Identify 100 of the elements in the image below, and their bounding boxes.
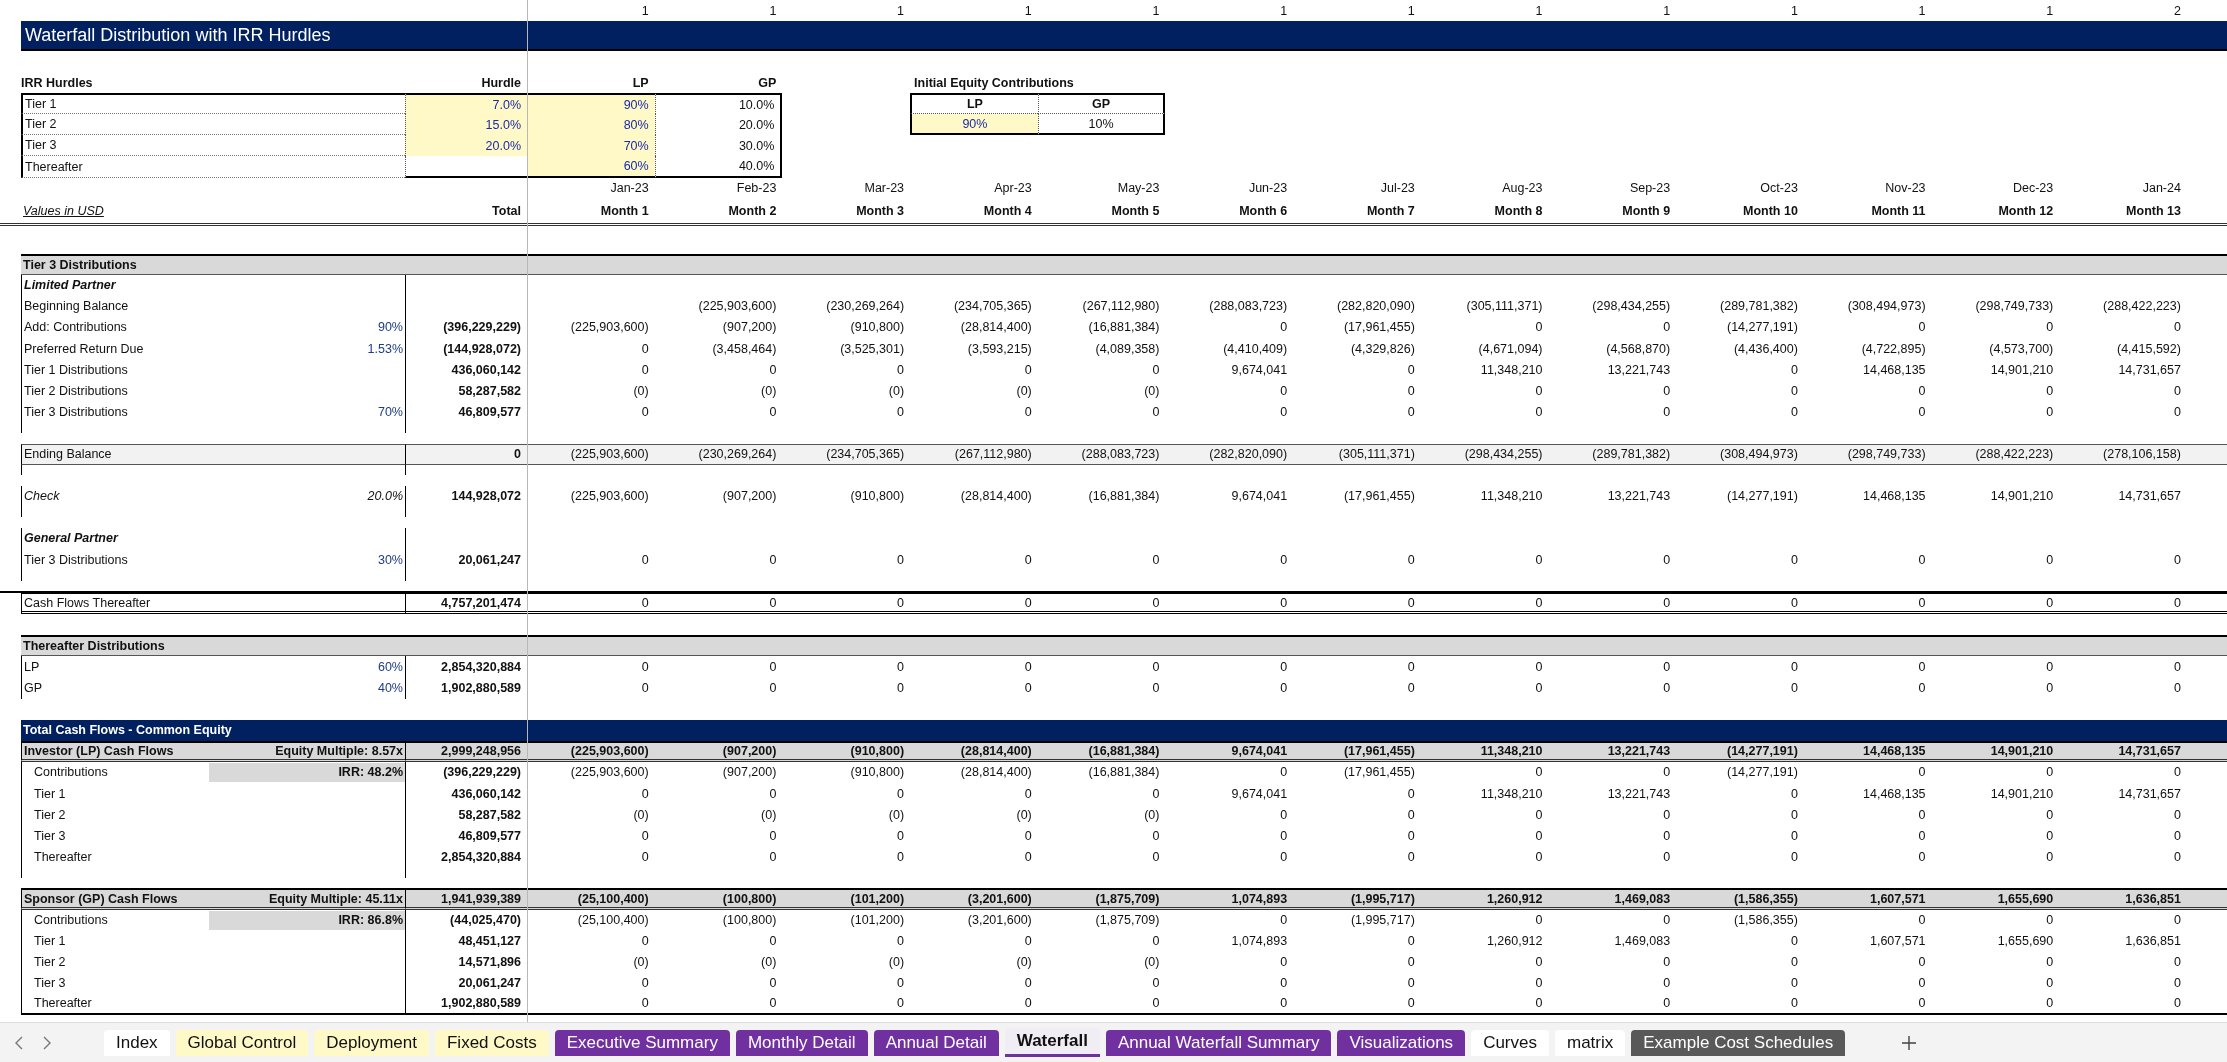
table-cell-text: 0	[1279, 806, 1289, 824]
table-cell-text: (17,961,455)	[1342, 488, 1416, 506]
equity-multiple: Equity Multiple: 45.11x	[268, 891, 403, 906]
row-label: Tier 3 Distributions	[24, 552, 128, 567]
rate-value: 20.0%	[367, 489, 403, 504]
table-cell-text: 0	[768, 551, 778, 569]
table-cell-text: 14,901,210	[1989, 488, 2055, 506]
table-cell-text: 0	[768, 785, 778, 803]
table-cell-text: (289,781,382)	[1719, 298, 1799, 316]
input-cell[interactable]: 7.0%	[405, 93, 527, 115]
table-cell-text: 9,674,041	[1230, 785, 1289, 803]
section-banner: Total Cash Flows - Common Equity	[21, 719, 2227, 741]
table-cell-text: 0	[1662, 382, 1672, 400]
sheet-tab[interactable]: Waterfall	[1004, 1028, 1100, 1057]
table-cell-text: (4,573,700)	[1988, 340, 2055, 358]
table-cell-text: (3,201,600)	[966, 912, 1033, 930]
sheet-tab[interactable]: Annual Waterfall Summary	[1105, 1029, 1332, 1056]
table-cell-text: (17,961,455)	[1342, 319, 1416, 337]
row-label: Check	[24, 489, 60, 504]
table-cell: 10%	[1037, 114, 1166, 136]
table-cell-text: (4,671,094)	[1477, 340, 1544, 358]
table-cell-text: 1,655,690	[1996, 933, 2055, 951]
table-cell-text: 0	[1023, 827, 1033, 845]
section-header: Thereafter Distributions	[21, 635, 2227, 657]
table-cell-text: 0	[1406, 954, 1416, 972]
sheet-tab[interactable]: Example Cost Schedules	[1631, 1029, 1846, 1056]
table-cell: (298,434,255)	[1420, 443, 1549, 465]
table-cell-text: 0	[2173, 975, 2182, 993]
table-cell: 0	[1037, 993, 1166, 1016]
add-sheet-icon[interactable]	[1901, 1034, 1918, 1051]
table-cell-text: 0	[640, 848, 650, 866]
table-cell: 0	[1931, 593, 2060, 615]
date-header: Jan-23	[609, 180, 650, 198]
table-cell-text: 1,260,912	[1485, 933, 1544, 951]
table-cell-text: 0	[1406, 933, 1416, 951]
table-cell: 0	[1803, 993, 1932, 1016]
sheet-tab[interactable]: Global Control	[175, 1029, 309, 1056]
table-cell-text: 0	[1406, 382, 1416, 400]
table-cell-text: (907,200)	[721, 488, 778, 506]
table-cell-text: 0	[1534, 403, 1544, 421]
table-cell-text: 1,074,893	[1230, 933, 1289, 951]
table-cell-text: 0	[1406, 680, 1416, 698]
table-cell-text: 0	[1279, 551, 1289, 569]
column-counter: 1	[1662, 2, 1672, 20]
table-cell-text: 0	[1789, 975, 1799, 993]
table-cell: 0	[1165, 593, 1294, 615]
table-cell-text: 11,348,210	[1479, 361, 1544, 379]
table-cell-text: (910,800)	[849, 764, 906, 782]
table-cell-text: 0	[1662, 806, 1672, 824]
table-cell: (225,903,600)	[527, 443, 655, 465]
column-counter: 1	[1279, 2, 1289, 20]
table-cell-text: 13,221,743	[1606, 361, 1672, 379]
table-cell: (278,106,158)	[2059, 443, 2187, 465]
table-cell: (308,494,973)	[1676, 443, 1804, 465]
table-cell-text: 0	[1279, 954, 1289, 972]
table-cell: 0	[782, 993, 911, 1016]
table-cell-text: (225,903,600)	[569, 764, 650, 782]
table-cell-text: 0	[640, 933, 650, 951]
table-cell-text: 0	[768, 659, 778, 676]
input-cell[interactable]: 90%	[527, 93, 655, 115]
table-cell-text: 0	[1789, 361, 1799, 379]
table-cell-text: (4,722,895)	[1860, 340, 1927, 358]
table-cell-text: 0	[1534, 806, 1544, 824]
table-cell-text: (0)	[887, 382, 906, 400]
input-cell[interactable]: 80%	[527, 114, 655, 136]
next-sheet-icon[interactable]	[42, 1035, 52, 1050]
previous-sheet-icon[interactable]	[14, 1035, 24, 1050]
sheet-tab[interactable]: Annual Detail	[873, 1029, 999, 1056]
sheet-tab[interactable]: Visualizations	[1337, 1029, 1466, 1056]
table-cell-text: (298,434,255)	[1591, 298, 1672, 316]
table-cell-text: 0	[1151, 975, 1161, 993]
row-label: Cash Flows Thereafter	[24, 595, 151, 610]
sheet-tab[interactable]: Executive Summary	[554, 1029, 730, 1056]
table-cell: 0	[1676, 593, 1804, 615]
input-cell[interactable]: 60%	[527, 156, 655, 178]
sheet-tab[interactable]: Monthly Detail	[735, 1029, 868, 1056]
table-cell-text: 0	[1789, 933, 1799, 951]
table-cell-text: 0	[1534, 954, 1544, 972]
sheet-tab[interactable]: Curves	[1471, 1029, 1549, 1056]
row-label: Thereafter	[33, 996, 92, 1011]
table-cell-text: 0	[1279, 975, 1289, 993]
table-cell-text: 9,674,041	[1230, 361, 1289, 379]
input-cell[interactable]: 15.0%	[405, 114, 527, 136]
sheet-tab[interactable]: Fixed Costs	[435, 1029, 549, 1056]
input-cell[interactable]: 70%	[527, 135, 655, 157]
rate-value: 60%	[377, 660, 403, 674]
table-cell-text: (14,277,191)	[1726, 319, 1799, 337]
input-cell[interactable]: 90%	[910, 114, 1038, 136]
table-cell: 0	[1548, 593, 1677, 615]
table-cell-text: 0	[1917, 319, 1927, 337]
sheet-tab[interactable]: Deployment	[314, 1029, 429, 1056]
row-label: Preferred Return Due	[24, 341, 144, 356]
table-cell-text: 0	[1279, 827, 1289, 845]
table-cell: (289,781,382)	[1548, 443, 1677, 465]
column-counter: 1	[1151, 2, 1161, 20]
sheet-tab[interactable]: Index	[104, 1029, 170, 1056]
table-cell-text: 0	[2045, 954, 2055, 972]
input-cell[interactable]: 20.0%	[405, 135, 527, 157]
table-cell-text: (225,903,600)	[569, 319, 650, 337]
sheet-tab[interactable]: matrix	[1555, 1029, 1626, 1056]
